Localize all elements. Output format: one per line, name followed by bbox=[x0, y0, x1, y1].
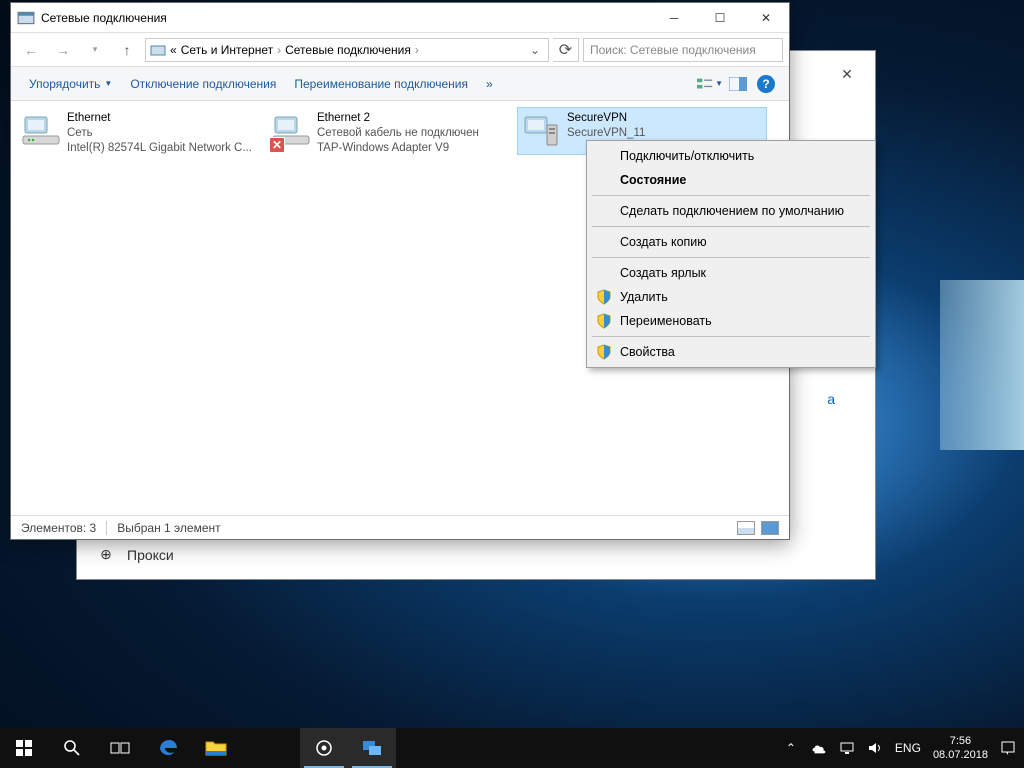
item-count: Элементов: 3 bbox=[21, 521, 96, 535]
view-details-button[interactable] bbox=[737, 521, 755, 535]
view-icons-button[interactable] bbox=[761, 521, 779, 535]
address-dropdown-button[interactable]: ⌄ bbox=[526, 43, 544, 57]
connection-name: Ethernet 2 bbox=[317, 111, 479, 126]
folder-icon bbox=[150, 42, 166, 58]
network-icon bbox=[361, 739, 383, 757]
search-button[interactable] bbox=[48, 728, 96, 768]
network-adapter-icon bbox=[521, 111, 561, 151]
system-tray: ⌃ ENG 7:56 08.07.2018 bbox=[775, 734, 1024, 762]
connection-status: SecureVPN_11 bbox=[567, 126, 645, 141]
network-adapter-icon: ✕ bbox=[271, 111, 311, 151]
toolbar: Упорядочить▼ Отключение подключения Пере… bbox=[11, 67, 789, 101]
ctx-set-default[interactable]: Сделать подключением по умолчанию bbox=[590, 199, 872, 223]
search-icon bbox=[63, 739, 81, 757]
ctx-connect-disconnect[interactable]: Подключить/отключить bbox=[590, 144, 872, 168]
tray-network-icon[interactable] bbox=[839, 740, 855, 756]
ctx-create-copy[interactable]: Создать копию bbox=[590, 230, 872, 254]
connection-item-ethernet[interactable]: Ethernet Сеть Intel(R) 82574L Gigabit Ne… bbox=[17, 107, 267, 160]
help-icon: ? bbox=[757, 75, 775, 93]
address-bar[interactable]: « Сеть и Интернет › Сетевые подключения … bbox=[145, 38, 549, 62]
connection-name: SecureVPN bbox=[567, 111, 645, 126]
folder-icon bbox=[205, 739, 227, 757]
connection-item-ethernet2[interactable]: ✕ Ethernet 2 Сетевой кабель не подключен… bbox=[267, 107, 517, 160]
nav-up-button[interactable]: ↑ bbox=[113, 38, 141, 62]
chevron-right-icon: › bbox=[277, 43, 281, 57]
minimize-button[interactable]: ─ bbox=[651, 3, 697, 33]
toolbar-disable-connection[interactable]: Отключение подключения bbox=[122, 73, 284, 95]
nav-forward-button[interactable]: → bbox=[49, 38, 77, 62]
separator bbox=[592, 257, 870, 258]
globe-icon: ⊕ bbox=[97, 546, 115, 563]
help-button[interactable]: ? bbox=[753, 72, 779, 96]
connection-status: Сеть bbox=[67, 126, 252, 141]
nav-back-button[interactable]: ← bbox=[17, 38, 45, 62]
taskbar-network-connections[interactable] bbox=[348, 728, 396, 768]
selection-count: Выбран 1 элемент bbox=[117, 521, 220, 535]
toolbar-organize[interactable]: Упорядочить▼ bbox=[21, 73, 120, 95]
search-placeholder: Поиск: Сетевые подключения bbox=[590, 43, 756, 57]
separator bbox=[106, 521, 107, 535]
toolbar-overflow[interactable]: » bbox=[478, 73, 501, 95]
ctx-delete[interactable]: Удалить bbox=[590, 285, 872, 309]
settings-item-proxy[interactable]: ⊕ Прокси bbox=[77, 540, 317, 569]
task-view-button[interactable] bbox=[96, 728, 144, 768]
status-bar: Элементов: 3 Выбран 1 элемент bbox=[11, 515, 789, 539]
tray-onedrive-icon[interactable] bbox=[811, 740, 827, 756]
shield-icon bbox=[596, 344, 612, 360]
ctx-status[interactable]: Состояние bbox=[590, 168, 872, 192]
refresh-button[interactable]: ⟳ bbox=[553, 38, 579, 62]
gear-icon bbox=[314, 738, 334, 758]
context-menu: Подключить/отключить Состояние Сделать п… bbox=[586, 140, 876, 368]
chevron-right-icon: › bbox=[415, 43, 419, 57]
tray-language[interactable]: ENG bbox=[895, 741, 921, 755]
taskbar-settings[interactable] bbox=[300, 728, 348, 768]
address-bar-row: ← → ▾ ↑ « Сеть и Интернет › Сетевые подк… bbox=[11, 33, 789, 67]
edge-icon bbox=[157, 737, 179, 759]
tray-volume-icon[interactable] bbox=[867, 740, 883, 756]
tray-clock[interactable]: 7:56 08.07.2018 bbox=[933, 734, 988, 762]
separator bbox=[592, 195, 870, 196]
tray-notifications-icon[interactable] bbox=[1000, 740, 1016, 756]
titlebar[interactable]: Сетевые подключения ─ ☐ ✕ bbox=[11, 3, 789, 33]
separator bbox=[592, 336, 870, 337]
settings-link[interactable]: а bbox=[827, 391, 835, 407]
connection-device: Intel(R) 82574L Gigabit Network C... bbox=[67, 141, 252, 156]
settings-close-button[interactable]: ✕ bbox=[827, 59, 867, 89]
settings-item-label: Прокси bbox=[127, 547, 174, 563]
start-button[interactable] bbox=[0, 728, 48, 768]
ctx-rename[interactable]: Переименовать bbox=[590, 309, 872, 333]
shield-icon bbox=[596, 313, 612, 329]
ctx-properties[interactable]: Свойства bbox=[590, 340, 872, 364]
windows-icon bbox=[16, 740, 32, 756]
nav-recent-button[interactable]: ▾ bbox=[81, 38, 109, 62]
maximize-button[interactable]: ☐ bbox=[697, 3, 743, 33]
close-button[interactable]: ✕ bbox=[743, 3, 789, 33]
chevron-down-icon: ▼ bbox=[104, 79, 112, 88]
separator bbox=[592, 226, 870, 227]
window-icon bbox=[17, 9, 35, 27]
breadcrumb-item[interactable]: Сетевые подключения bbox=[285, 43, 411, 57]
connection-status: Сетевой кабель не подключен bbox=[317, 126, 479, 141]
shield-icon bbox=[596, 289, 612, 305]
disconnected-icon: ✕ bbox=[269, 137, 285, 153]
tray-chevron-up-icon[interactable]: ⌃ bbox=[783, 740, 799, 756]
ctx-create-shortcut[interactable]: Создать ярлык bbox=[590, 261, 872, 285]
taskview-icon bbox=[110, 740, 130, 756]
view-options-button[interactable]: ▼ bbox=[697, 72, 723, 96]
toolbar-rename-connection[interactable]: Переименование подключения bbox=[286, 73, 476, 95]
window-title: Сетевые подключения bbox=[41, 11, 651, 25]
network-adapter-icon bbox=[21, 111, 61, 151]
breadcrumb-item[interactable]: Сеть и Интернет bbox=[181, 43, 273, 57]
connection-name: Ethernet bbox=[67, 111, 252, 126]
taskbar[interactable]: ⌃ ENG 7:56 08.07.2018 bbox=[0, 728, 1024, 768]
taskbar-file-explorer[interactable] bbox=[192, 728, 240, 768]
search-input[interactable]: Поиск: Сетевые подключения bbox=[583, 38, 783, 62]
taskbar-edge[interactable] bbox=[144, 728, 192, 768]
preview-pane-button[interactable] bbox=[725, 72, 751, 96]
connection-device: TAP-Windows Adapter V9 bbox=[317, 141, 479, 156]
